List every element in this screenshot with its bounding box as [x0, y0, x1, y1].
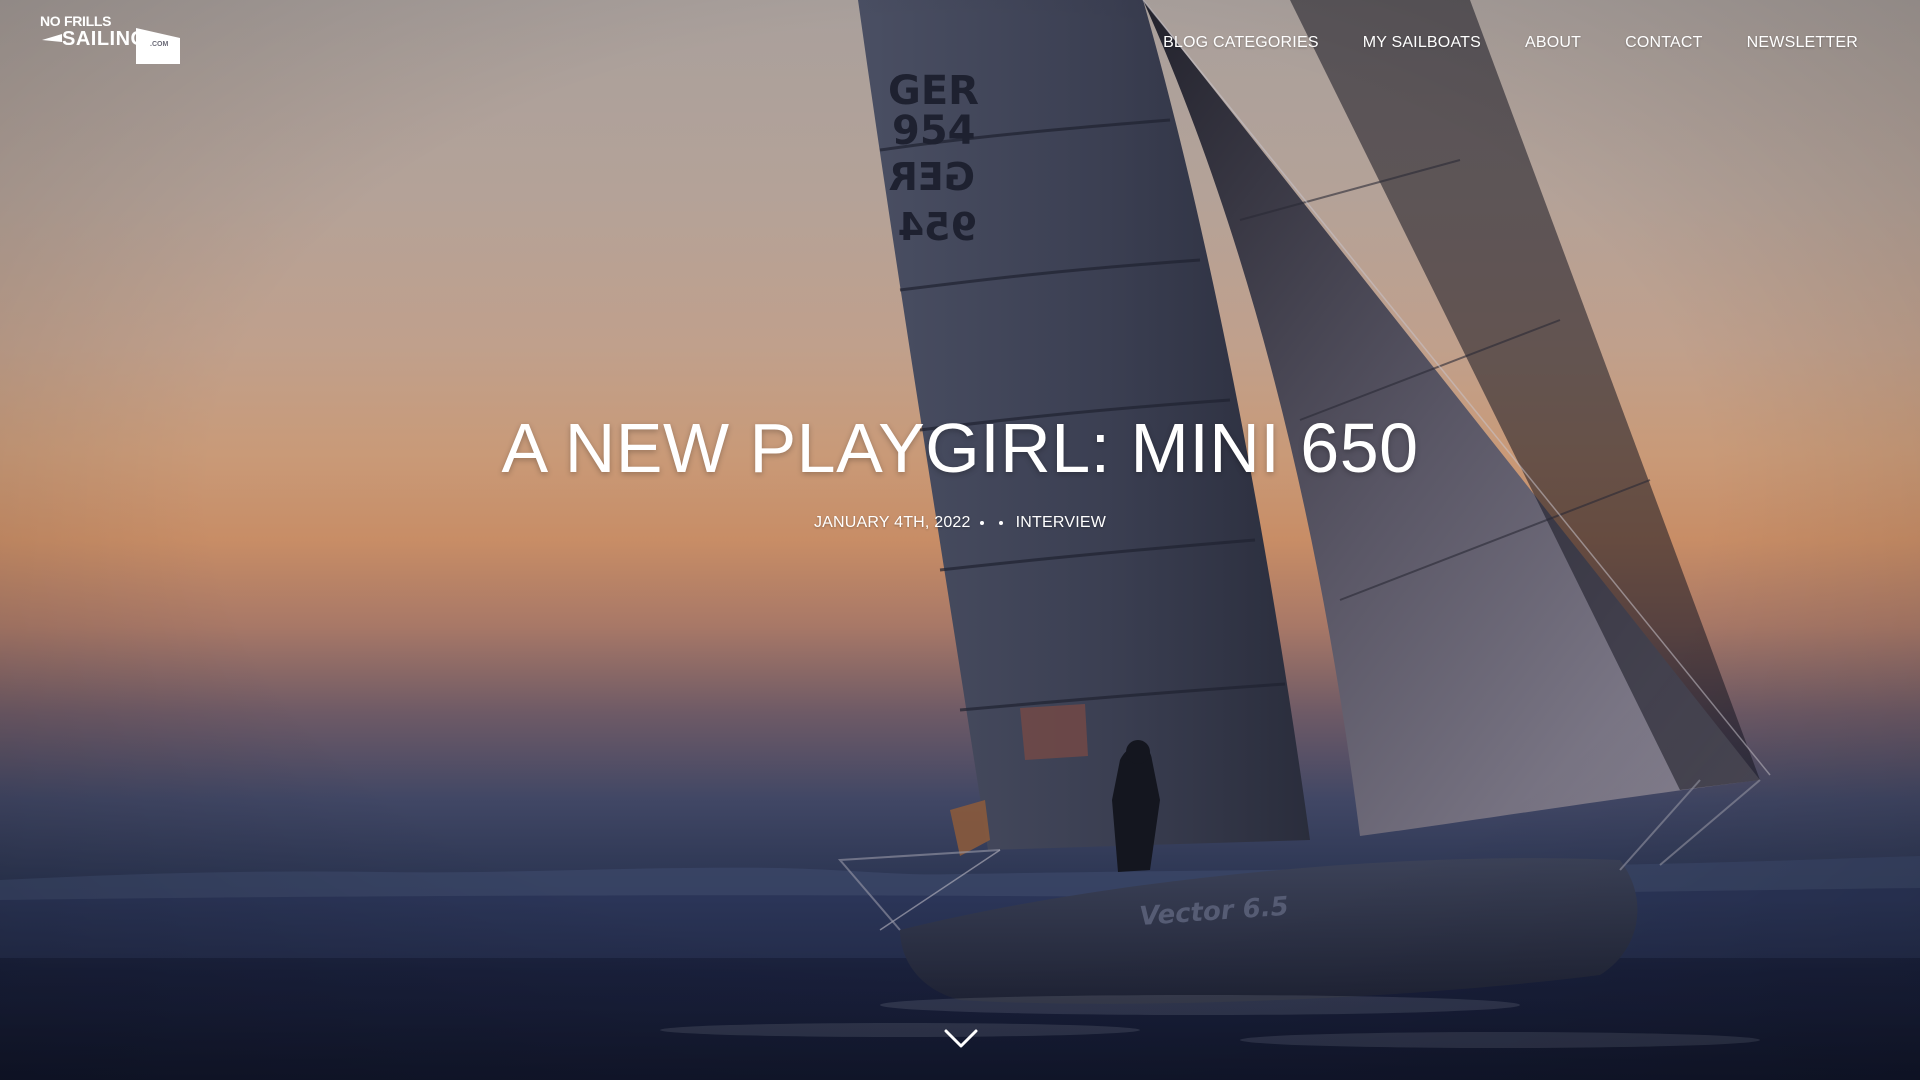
logo-suffix: .COM — [150, 41, 168, 48]
hero-section: GER 954 GER 954 Vector 6.5 NO FRILLS SAI… — [0, 0, 1920, 1080]
main-navigation: BLOG CATEGORIES MY SAILBOATS ABOUT CONTA… — [1119, 30, 1858, 56]
nav-item-contact[interactable]: CONTACT — [1625, 30, 1703, 56]
chevron-down-icon — [944, 1029, 978, 1048]
sailboat-image: GER 954 GER 954 Vector 6.5 — [660, 0, 1771, 1048]
post-title: A NEW PLAYGIRL: MINI 650 — [501, 409, 1419, 487]
svg-text:GER: GER — [889, 155, 975, 199]
logo-line2: SAILING — [62, 28, 147, 50]
post-category-link[interactable]: INTERVIEW — [1016, 514, 1106, 532]
scroll-down-button[interactable] — [944, 1028, 978, 1050]
site-logo[interactable]: NO FRILLS SAILING .COM — [40, 12, 180, 64]
nav-item-about[interactable]: ABOUT — [1525, 30, 1581, 56]
svg-text:954: 954 — [898, 205, 977, 249]
post-date: JANUARY 4TH, 2022 — [813, 514, 971, 531]
nav-item-my-sailboats[interactable]: MY SAILBOATS — [1363, 30, 1481, 56]
dot-separator — [979, 521, 984, 525]
nav-item-newsletter[interactable]: NEWSLETTER — [1747, 30, 1858, 56]
svg-text:954: 954 — [892, 108, 976, 154]
nav-item-blog-categories[interactable]: BLOG CATEGORIES — [1163, 30, 1319, 56]
logo-line1: NO FRILLS — [40, 13, 111, 29]
logo-mark: NO FRILLS SAILING .COM — [40, 13, 180, 64]
dot-separator — [998, 521, 1003, 525]
post-header: A NEW PLAYGIRL: MINI 650 JANUARY 4TH, 20… — [0, 408, 1920, 532]
post-meta: JANUARY 4TH, 2022 INTERVIEW — [814, 514, 1106, 532]
